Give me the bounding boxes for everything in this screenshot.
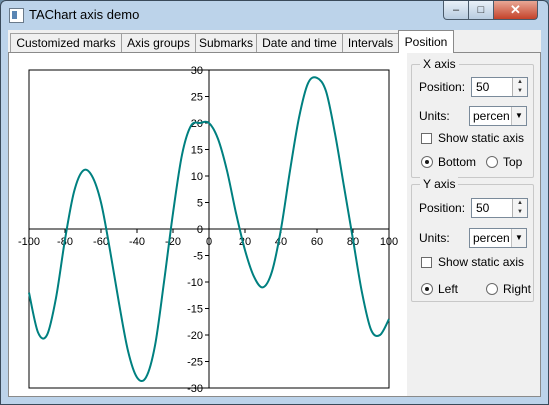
x-tick-label: 100 [380,236,398,248]
x-radio-bottom-label: Bottom [438,155,477,169]
y-tick-label: 5 [197,198,203,210]
x-tick-label: -100 [18,236,40,248]
y-tick-label: 25 [191,92,203,104]
y-tick-label: 30 [191,65,203,77]
settings-panel: X axis Position: 50 ▲ ▼ Units: percen ▼ … [407,53,540,396]
window-title: TAChart axis demo [29,7,140,22]
y-radio-left-label: Left [438,282,459,296]
y-axis-group: Y axis Position: 50 ▲ ▼ Units: percen ▼ … [411,177,534,302]
y-units-combo[interactable]: percen ▼ [469,228,527,248]
y-position-value: 50 [476,201,490,215]
tab-position[interactable]: Position [398,30,454,53]
y-units-value: percen [473,231,510,245]
x-radio-top[interactable] [486,156,498,168]
y-position-spinner[interactable]: 50 ▲ ▼ [471,198,528,218]
y-units-label: Units: [419,231,450,245]
minimize-button[interactable]: – [443,1,469,20]
y-show-static-checkbox[interactable] [421,257,432,268]
chevron-down-icon[interactable]: ▼ [511,229,526,247]
y-tick-label: -30 [187,383,203,394]
x-tick-label: -60 [93,236,109,248]
y-tick-label: -20 [187,330,203,342]
x-position-value: 50 [476,80,490,94]
x-units-value: percen [473,109,510,123]
x-position-spinner[interactable]: 50 ▲ ▼ [471,77,528,97]
x-tick-label: 0 [206,236,212,248]
tab-submarks[interactable]: Submarks [195,33,257,52]
x-units-label: Units: [419,109,450,123]
x-tick-label: 20 [239,236,251,248]
tab-page-position: -100 -80 -60 -40 -20 0 20 40 60 80 100 30 25 20 15 10 5 0… [8,52,541,397]
y-tick-label: -25 [187,357,203,369]
spin-down-icon[interactable]: ▼ [512,87,527,96]
x-tick-label: -20 [165,236,181,248]
y-radio-right-label: Right [503,282,532,296]
tab-date-and-time[interactable]: Date and time [256,33,343,52]
y-axis-group-caption: Y axis [420,177,459,191]
tab-axis-groups[interactable]: Axis groups [121,33,196,52]
app-window: TAChart axis demo – □ ✕ Customized marks… [0,0,549,405]
x-units-combo[interactable]: percen ▼ [469,106,527,126]
y-tick-label: -5 [193,251,203,263]
tab-strip: Customized marks Axis groups Submarks Da… [8,30,541,54]
x-show-static-label: Show static axis [438,131,525,145]
chevron-down-icon[interactable]: ▼ [511,107,526,125]
title-bar[interactable]: TAChart axis demo – □ ✕ [1,1,548,29]
y-tick-label: -10 [187,277,203,289]
x-radio-top-label: Top [503,155,523,169]
close-button[interactable]: ✕ [493,1,538,20]
x-position-label: Position: [419,80,466,94]
x-show-static-checkbox[interactable] [421,133,432,144]
app-icon [9,8,24,23]
x-axis-group-caption: X axis [420,57,459,71]
chart-canvas: -100 -80 -60 -40 -20 0 20 40 60 80 100302520151050… [18,65,398,394]
x-tick-label: 60 [311,236,323,248]
y-tick-label: 10 [191,171,203,183]
y-radio-right[interactable] [486,283,498,295]
x-tick-label: -40 [129,236,145,248]
x-radio-bottom[interactable] [421,156,433,168]
spin-down-icon[interactable]: ▼ [512,208,527,217]
y-show-static-label: Show static axis [438,255,525,269]
y-tick-label: 15 [191,145,203,157]
y-tick-label: -15 [187,304,203,316]
chart[interactable]: -100 -80 -60 -40 -20 0 20 40 60 80 100 30 25 20 15 10 5 0… [11,55,409,394]
tab-intervals[interactable]: Intervals [342,33,399,52]
y-radio-left[interactable] [421,283,433,295]
y-position-label: Position: [419,201,466,215]
tab-customized-marks[interactable]: Customized marks [10,33,122,52]
y-tick-label: 0 [197,224,203,236]
client-area: Customized marks Axis groups Submarks Da… [8,30,541,397]
x-axis-group: X axis Position: 50 ▲ ▼ Units: percen ▼ … [411,57,534,178]
maximize-button[interactable]: □ [468,1,494,20]
x-tick-label: 40 [275,236,287,248]
